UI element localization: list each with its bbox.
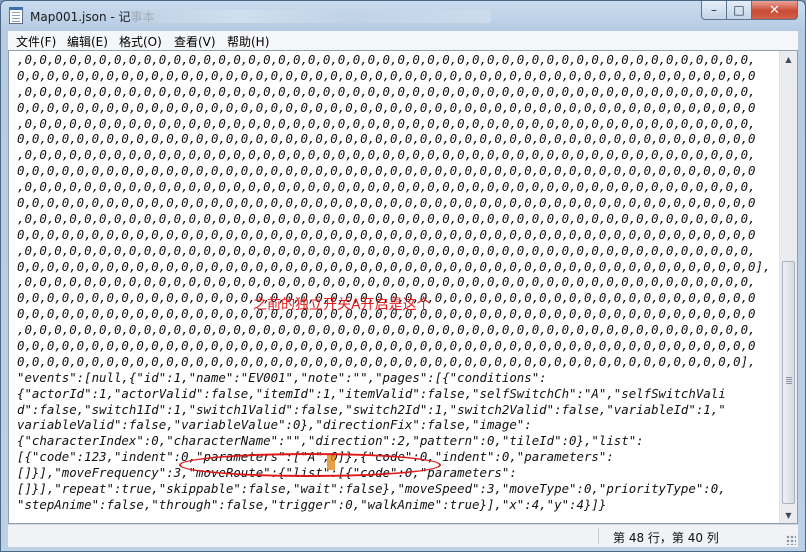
text-line: []}],"repeat":true,"skippable":false,"wa… (17, 481, 726, 497)
blurred-title-area (131, 10, 491, 23)
text-line: ,0,0,0,0,0,0,0,0,0,0,0,0,0,0,0,0,0,0,0,0… (17, 179, 756, 195)
text-line: 0,0,0,0,0,0,0,0,0,0,0,0,0,0,0,0,0,0,0,0,… (17, 163, 756, 179)
menu-bar: 文件(F) 编辑(E) 格式(O) 查看(V) 帮助(H) (8, 31, 798, 51)
notepad-window: Map001.json - 记事本 – □ ✕ 文件(F) 编辑(E) 格式(O… (0, 0, 806, 552)
text-line: {"characterIndex":0,"characterName":"","… (17, 433, 644, 449)
text-line: d":false,"switch1Id":1,"switch1Valid":fa… (17, 401, 726, 417)
resize-grip-icon[interactable] (786, 535, 796, 545)
text-line: ,0,0,0,0,0,0,0,0,0,0,0,0,0,0,0,0,0,0,0,0… (17, 210, 756, 226)
notepad-icon (9, 7, 23, 24)
text-line: ,0,0,0,0,0,0,0,0,0,0,0,0,0,0,0,0,0,0,0,0… (17, 115, 756, 131)
scroll-up-arrow-icon[interactable]: ▲ (781, 51, 796, 67)
menu-format[interactable]: 格式(O) (119, 33, 162, 50)
text-line: "events":[null,{"id":1,"name":"EV001","n… (17, 369, 547, 385)
cursor-position: 第 48 行，第 40 列 (613, 531, 719, 545)
menu-file[interactable]: 文件(F) (16, 33, 56, 50)
close-button[interactable]: ✕ (751, 1, 798, 20)
text-line: 0,0,0,0,0,0,0,0,0,0,0,0,0,0,0,0,0,0,0,0,… (17, 338, 756, 354)
text-line: ,0,0,0,0,0,0,0,0,0,0,0,0,0,0,0,0,0,0,0,0… (17, 242, 756, 258)
text-line: ,0,0,0,0,0,0,0,0,0,0,0,0,0,0,0,0,0,0,0,0… (17, 52, 756, 67)
annotation-text: 之前的独立开关A开启是这个 (253, 297, 431, 313)
maximize-icon: □ (733, 3, 745, 17)
text-line: 0,0,0,0,0,0,0,0,0,0,0,0,0,0,0,0,0,0,0,0,… (17, 226, 756, 242)
close-icon: ✕ (769, 2, 780, 18)
vertical-scrollbar[interactable]: ▲ ▼ (779, 51, 797, 523)
text-line: 0,0,0,0,0,0,0,0,0,0,0,0,0,0,0,0,0,0,0,0,… (17, 195, 756, 211)
text-editor[interactable]: ,0,0,0,0,0,0,0,0,0,0,0,0,0,0,0,0,0,0,0,0… (8, 50, 798, 524)
text-line: 0,0,0,0,0,0,0,0,0,0,0,0,0,0,0,0,0,0,0,0,… (17, 258, 771, 274)
editor-text[interactable]: ,0,0,0,0,0,0,0,0,0,0,0,0,0,0,0,0,0,0,0,0… (17, 52, 779, 513)
text-line: 0,0,0,0,0,0,0,0,0,0,0,0,0,0,0,0,0,0,0,0,… (17, 99, 756, 115)
minimize-icon: – (711, 3, 717, 17)
menu-help[interactable]: 帮助(H) (227, 33, 269, 50)
red-ellipse-annotation (179, 453, 441, 477)
text-line: 0,0,0,0,0,0,0,0,0,0,0,0,0,0,0,0,0,0,0,0,… (17, 131, 756, 147)
text-line: ,0,0,0,0,0,0,0,0,0,0,0,0,0,0,0,0,0,0,0,0… (17, 322, 756, 338)
minimize-button[interactable]: – (701, 1, 727, 20)
scrollbar-thumb[interactable] (782, 261, 795, 504)
text-line: 0,0,0,0,0,0,0,0,0,0,0,0,0,0,0,0,0,0,0,0,… (17, 67, 756, 83)
scroll-down-arrow-icon[interactable]: ▼ (781, 507, 796, 523)
menu-view[interactable]: 查看(V) (174, 33, 216, 50)
text-line: {"actorId":1,"actorValid":false,"itemId"… (17, 385, 726, 401)
maximize-button[interactable]: □ (726, 1, 752, 20)
text-line: 0,0,0,0,0,0,0,0,0,0,0,0,0,0,0,0,0,0,0,0,… (17, 353, 756, 369)
title-bar[interactable]: Map001.json - 记事本 – □ ✕ (1, 1, 805, 31)
text-line: ,0,0,0,0,0,0,0,0,0,0,0,0,0,0,0,0,0,0,0,0… (17, 83, 756, 99)
menu-edit[interactable]: 编辑(E) (67, 33, 108, 50)
text-line: variableValid":false,"variableValue":0},… (17, 417, 532, 433)
grip-icon (786, 377, 792, 378)
text-line: ,0,0,0,0,0,0,0,0,0,0,0,0,0,0,0,0,0,0,0,0… (17, 147, 756, 163)
status-bar: 第 48 行，第 40 列 (8, 524, 798, 547)
status-divider (598, 528, 599, 544)
text-line: "stepAnime":false,"through":false,"trigg… (17, 496, 607, 512)
text-line: ,0,0,0,0,0,0,0,0,0,0,0,0,0,0,0,0,0,0,0,0… (17, 274, 756, 290)
